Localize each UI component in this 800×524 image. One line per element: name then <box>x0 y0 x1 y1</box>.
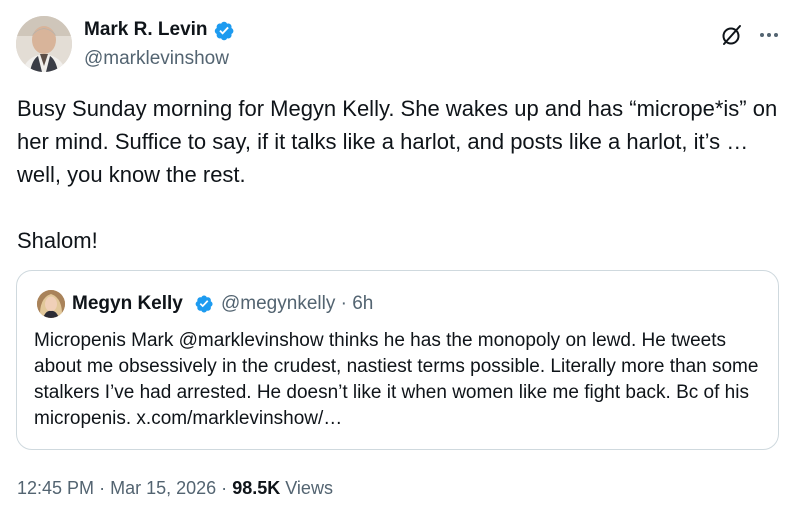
post-text: Busy Sunday morning for Megyn Kelly. She… <box>17 96 778 253</box>
post-date[interactable]: Mar 15, 2026 <box>110 478 216 498</box>
views-label: Views <box>285 478 333 498</box>
quoted-meta-separator: · <box>340 293 347 314</box>
quoted-author-name[interactable]: Megyn Kelly <box>72 292 183 316</box>
post-footer: 12:45 PM · Mar 15, 2026 · 98.5K Views <box>17 476 333 500</box>
quoted-post-text: Micropenis Mark @marklevinshow thinks he… <box>34 330 759 429</box>
views-count[interactable]: 98.5K <box>232 478 280 498</box>
quoted-post[interactable]: Megyn Kelly @megynkelly · 6h Micropenis … <box>16 270 779 450</box>
grok-icon[interactable] <box>720 23 744 47</box>
author-avatar[interactable] <box>16 16 72 72</box>
footer-separator: · <box>221 478 228 498</box>
more-options-icon[interactable] <box>757 23 781 47</box>
quoted-verified-badge-icon <box>195 295 213 313</box>
author-handle[interactable]: @marklevinshow <box>84 47 229 71</box>
verified-badge-icon <box>214 21 234 41</box>
footer-separator: · <box>99 478 106 498</box>
quoted-meta: @megynkelly · 6h <box>221 292 373 316</box>
post-time[interactable]: 12:45 PM <box>17 478 94 498</box>
author-name[interactable]: Mark R. Levin <box>84 18 208 42</box>
post-card: Mark R. Levin @marklevinshow Busy Sunday… <box>0 0 800 524</box>
quoted-post-time[interactable]: 6h <box>352 293 373 314</box>
quoted-author-handle[interactable]: @megynkelly <box>221 293 335 314</box>
quoted-author-avatar[interactable] <box>37 290 65 318</box>
